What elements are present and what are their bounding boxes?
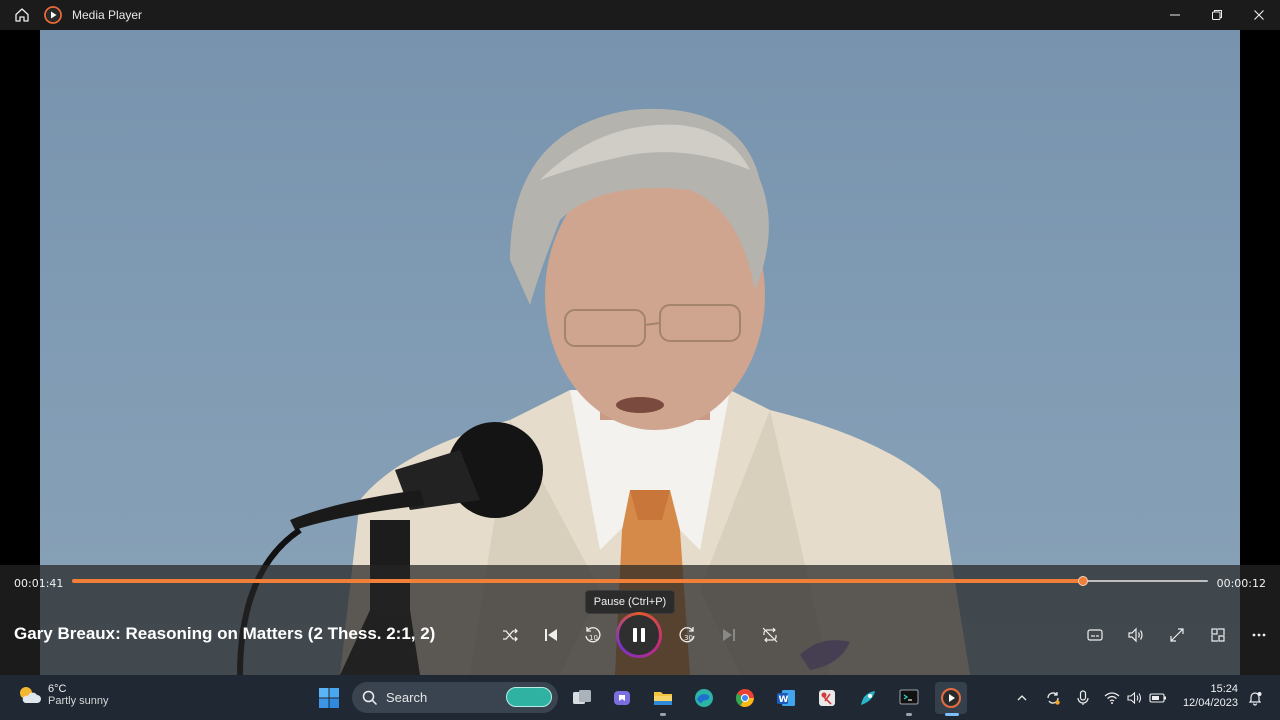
- terminal-button[interactable]: [893, 682, 925, 714]
- terminal-icon: [899, 689, 919, 705]
- pause-button[interactable]: [616, 612, 662, 658]
- notifications-button[interactable]: [1245, 688, 1265, 708]
- battery-tray-button[interactable]: [1148, 688, 1168, 708]
- pause-icon: [633, 628, 645, 642]
- subtitles-button[interactable]: [1080, 620, 1110, 650]
- previous-button[interactable]: [536, 620, 566, 650]
- home-icon[interactable]: [0, 0, 44, 30]
- sync-icon: [1047, 692, 1060, 705]
- weather-temperature: 6°C: [48, 683, 67, 695]
- microphone-icon: [1077, 690, 1089, 705]
- speaker-tray-button[interactable]: [1125, 688, 1145, 708]
- open-app-indicator: [906, 713, 912, 716]
- chevron-up-icon: [1017, 695, 1027, 701]
- start-icon: [319, 688, 339, 708]
- next-icon: [723, 629, 735, 641]
- taskbar-search[interactable]: Search: [352, 682, 558, 713]
- battery-icon: [1149, 693, 1166, 703]
- shuffle-icon: [503, 628, 518, 642]
- mini-player-icon: [1211, 628, 1225, 642]
- app-icon: [861, 691, 875, 705]
- minimize-button[interactable]: [1154, 0, 1196, 30]
- weather-widget[interactable]: 6°C Partly sunny: [16, 683, 109, 707]
- rewind-10-button[interactable]: 10: [577, 620, 607, 650]
- taskbar-clock[interactable]: 15:24 12/04/2023: [1183, 683, 1238, 709]
- fullscreen-button[interactable]: [1162, 620, 1192, 650]
- previous-icon: [545, 629, 557, 641]
- shuffle-button[interactable]: [495, 620, 525, 650]
- word-icon: W: [777, 690, 795, 706]
- edge-button[interactable]: [688, 682, 720, 714]
- start-button[interactable]: [313, 682, 345, 714]
- title-bar: Media Player: [0, 0, 1280, 30]
- chrome-button[interactable]: [729, 682, 761, 714]
- chrome-icon: [735, 689, 754, 707]
- speaker-icon: [1127, 691, 1142, 705]
- wifi-tray-button[interactable]: [1102, 688, 1122, 708]
- volume-icon: [1128, 627, 1143, 643]
- seek-thumb[interactable]: [1078, 576, 1089, 586]
- next-button[interactable]: [714, 620, 744, 650]
- repeat-off-icon: [762, 627, 778, 643]
- more-options-button[interactable]: [1244, 620, 1274, 650]
- close-button[interactable]: [1238, 0, 1280, 30]
- fullscreen-icon: [1170, 628, 1184, 642]
- seek-progress: [72, 579, 1084, 583]
- file-explorer-icon: [654, 692, 672, 705]
- rewind-10-icon: 10: [585, 627, 601, 643]
- wifi-icon: [1104, 692, 1120, 704]
- open-app-indicator: [660, 713, 666, 716]
- repeat-button[interactable]: [755, 620, 785, 650]
- volume-button[interactable]: [1121, 620, 1151, 650]
- media-player-logo-icon: [44, 6, 62, 24]
- svg-text:30: 30: [684, 634, 693, 642]
- search-placeholder: Search: [386, 690, 428, 705]
- file-explorer-button[interactable]: [647, 682, 679, 714]
- active-app-indicator: [945, 713, 959, 716]
- snipping-tool-icon: [819, 690, 835, 706]
- remaining-time: 00:00:12: [1216, 577, 1266, 590]
- sync-tray-button[interactable]: [1043, 688, 1063, 708]
- task-view-icon: [573, 690, 591, 704]
- show-hidden-icons-button[interactable]: [1012, 688, 1032, 708]
- partly-sunny-icon: [20, 687, 41, 703]
- media-player-taskbar-button[interactable]: [935, 682, 967, 714]
- forward-30-button[interactable]: 30: [673, 620, 703, 650]
- pause-tooltip: Pause (Ctrl+P): [585, 590, 675, 614]
- seek-bar[interactable]: [72, 576, 1208, 586]
- search-icon: [362, 690, 378, 705]
- more-icon: [1252, 633, 1266, 637]
- microphone-tray-button[interactable]: [1073, 688, 1093, 708]
- weather-description: Partly sunny: [48, 695, 109, 707]
- svg-text:10: 10: [589, 634, 598, 642]
- edge-icon: [695, 689, 713, 707]
- window-title: Media Player: [72, 8, 143, 22]
- media-title: Gary Breaux: Reasoning on Matters (2 The…: [14, 624, 436, 643]
- snipping-tool-button[interactable]: [811, 682, 843, 714]
- clock-date: 12/04/2023: [1182, 697, 1238, 709]
- clock-time: 15:24: [1210, 683, 1238, 695]
- elapsed-time: 00:01:41: [14, 577, 64, 590]
- teams-button[interactable]: [606, 682, 638, 714]
- svg-text:W: W: [779, 695, 789, 705]
- mini-player-button[interactable]: [1203, 620, 1233, 650]
- word-button[interactable]: W: [770, 682, 802, 714]
- restore-button[interactable]: [1196, 0, 1238, 30]
- task-view-button[interactable]: [566, 682, 598, 714]
- search-highlight-icon: [506, 687, 552, 707]
- notification-icon: [1248, 692, 1262, 706]
- forward-30-icon: 30: [679, 627, 695, 643]
- app-button[interactable]: [852, 682, 884, 714]
- media-player-icon: [941, 688, 961, 708]
- teams-icon: [614, 691, 630, 705]
- subtitles-icon: [1087, 629, 1103, 641]
